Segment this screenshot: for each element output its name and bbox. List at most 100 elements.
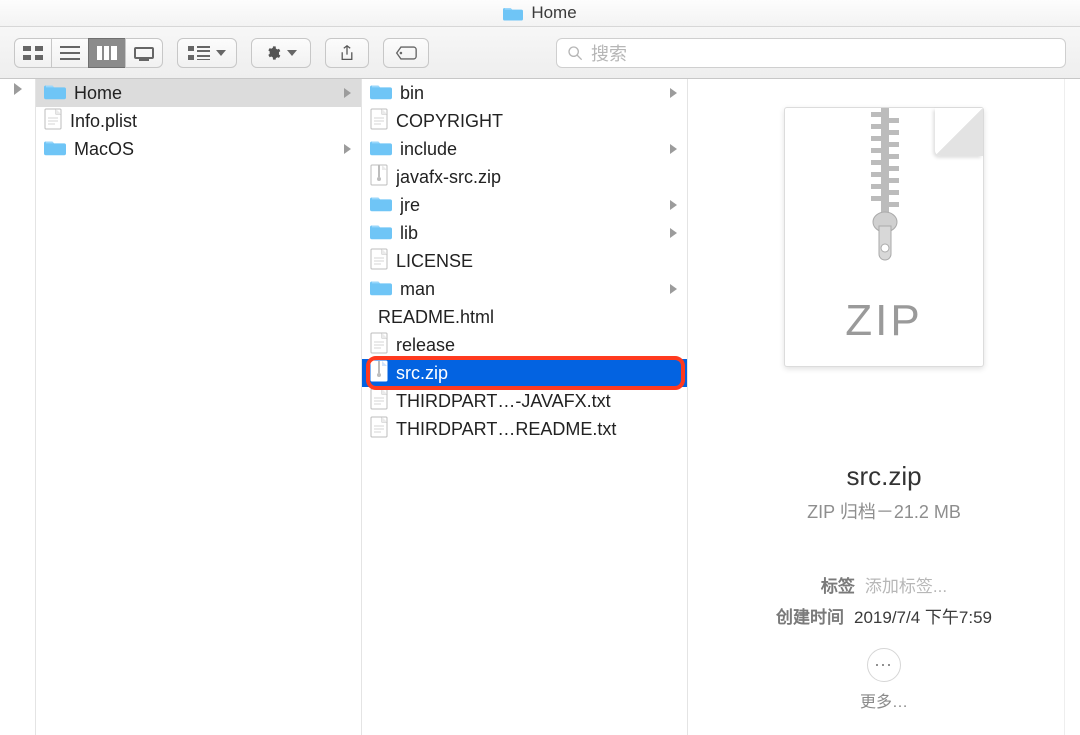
preview-more-button[interactable]: ⋯: [867, 648, 901, 682]
chevron-right-icon: [670, 200, 677, 210]
column-1: Home Info.plist MacOS: [36, 79, 362, 735]
item-name: LICENSE: [396, 251, 677, 272]
column-prev-nav[interactable]: [0, 79, 36, 735]
folder-icon: [370, 82, 392, 105]
preview-tags-label: 标签: [821, 572, 855, 597]
folder-icon: [370, 222, 392, 245]
item-name: Home: [74, 83, 336, 104]
main-area: Home Info.plist MacOS bin COPYRIGHT include j…: [0, 79, 1080, 735]
preview-thumbnail: ZIP: [784, 107, 984, 367]
folder-icon: [503, 5, 523, 21]
file-icon: [370, 332, 388, 359]
view-gallery-button[interactable]: [125, 38, 163, 68]
chevron-right-icon: [670, 228, 677, 238]
preview-thumb-label: ZIP: [845, 296, 922, 346]
chevron-right-icon: [344, 144, 351, 154]
list-item[interactable]: THIRDPART…README.txt: [362, 415, 687, 443]
file-icon: [370, 248, 388, 275]
file-icon: [370, 416, 388, 443]
zip-icon: [370, 164, 388, 191]
list-item[interactable]: bin: [362, 79, 687, 107]
scrollbar[interactable]: [1064, 79, 1080, 735]
chevron-right-icon: [670, 284, 677, 294]
chevron-down-icon: [287, 50, 297, 56]
page-fold-icon: [935, 108, 983, 156]
item-name: README.html: [378, 307, 677, 328]
item-name: jre: [400, 195, 662, 216]
share-button[interactable]: [325, 38, 369, 68]
list-item[interactable]: README.html: [362, 303, 687, 331]
list-item[interactable]: Home: [36, 79, 361, 107]
item-name: include: [400, 139, 662, 160]
tags-button[interactable]: [383, 38, 429, 68]
folder-icon: [370, 194, 392, 217]
list-item[interactable]: LICENSE: [362, 247, 687, 275]
triangle-right-icon: [14, 83, 22, 95]
chevron-right-icon: [670, 88, 677, 98]
list-item[interactable]: MacOS: [36, 135, 361, 163]
item-name: THIRDPART…-JAVAFX.txt: [396, 391, 677, 412]
ellipsis-icon: ⋯: [874, 655, 894, 676]
list-item[interactable]: release: [362, 331, 687, 359]
column-2: bin COPYRIGHT include javafx-src.zip jre lib L…: [362, 79, 688, 735]
preview-filename: src.zip: [846, 461, 921, 492]
item-name: src.zip: [396, 363, 677, 384]
preview-kind-size: ZIP 归档－21.2 MB: [807, 498, 961, 524]
file-icon: [370, 108, 388, 135]
item-name: release: [396, 335, 677, 356]
list-item[interactable]: javafx-src.zip: [362, 163, 687, 191]
item-name: COPYRIGHT: [396, 111, 677, 132]
item-name: bin: [400, 83, 662, 104]
group-icon: [188, 46, 210, 60]
view-mode-group: [14, 38, 163, 68]
list-item[interactable]: lib: [362, 219, 687, 247]
list-icon: [60, 46, 80, 60]
item-name: Info.plist: [70, 111, 351, 132]
folder-icon: [44, 138, 66, 161]
chevron-right-icon: [670, 144, 677, 154]
view-list-button[interactable]: [51, 38, 89, 68]
action-menu-button[interactable]: [251, 38, 311, 68]
file-icon: [370, 388, 388, 415]
chevron-down-icon: [216, 50, 226, 56]
preview-created-row: 创建时间 2019/7/4 下午7:59: [776, 603, 992, 628]
preview-tags-value: 添加标签...: [865, 572, 947, 597]
search-icon: [567, 45, 583, 61]
grid-icon: [23, 46, 43, 60]
preview-pane: ZIP src.zip ZIP 归档－21.2 MB 标签 添加标签... 创建…: [688, 79, 1080, 735]
preview-created-label: 创建时间: [776, 603, 844, 628]
zip-icon: [370, 360, 388, 387]
item-name: THIRDPART…README.txt: [396, 419, 677, 440]
item-name: lib: [400, 223, 662, 244]
gallery-icon: [134, 47, 154, 59]
chevron-right-icon: [344, 88, 351, 98]
folder-icon: [44, 82, 66, 105]
gear-icon: [265, 45, 281, 61]
list-item[interactable]: COPYRIGHT: [362, 107, 687, 135]
search-input[interactable]: 搜索: [556, 38, 1066, 68]
list-item[interactable]: man: [362, 275, 687, 303]
file-icon: [44, 108, 62, 135]
zipper-icon: [868, 108, 902, 278]
list-item[interactable]: Info.plist: [36, 107, 361, 135]
preview-more-label: 更多…: [860, 688, 908, 712]
list-item[interactable]: THIRDPART…-JAVAFX.txt: [362, 387, 687, 415]
item-name: man: [400, 279, 662, 300]
list-item[interactable]: include: [362, 135, 687, 163]
columns-icon: [97, 46, 117, 60]
item-name: javafx-src.zip: [396, 167, 677, 188]
preview-created-value: 2019/7/4 下午7:59: [854, 603, 992, 628]
item-name: MacOS: [74, 139, 336, 160]
preview-tags-row[interactable]: 标签 添加标签...: [821, 572, 947, 597]
window-title: Home: [531, 3, 576, 23]
view-icon-button[interactable]: [14, 38, 52, 68]
folder-icon: [370, 138, 392, 161]
group-by-button[interactable]: [177, 38, 237, 68]
search-placeholder: 搜索: [591, 40, 627, 66]
list-item[interactable]: jre: [362, 191, 687, 219]
list-item[interactable]: src.zip: [362, 359, 687, 387]
toolbar: 搜索: [0, 27, 1080, 79]
view-columns-button[interactable]: [88, 38, 126, 68]
folder-icon: [370, 278, 392, 301]
tag-icon: [395, 45, 417, 61]
